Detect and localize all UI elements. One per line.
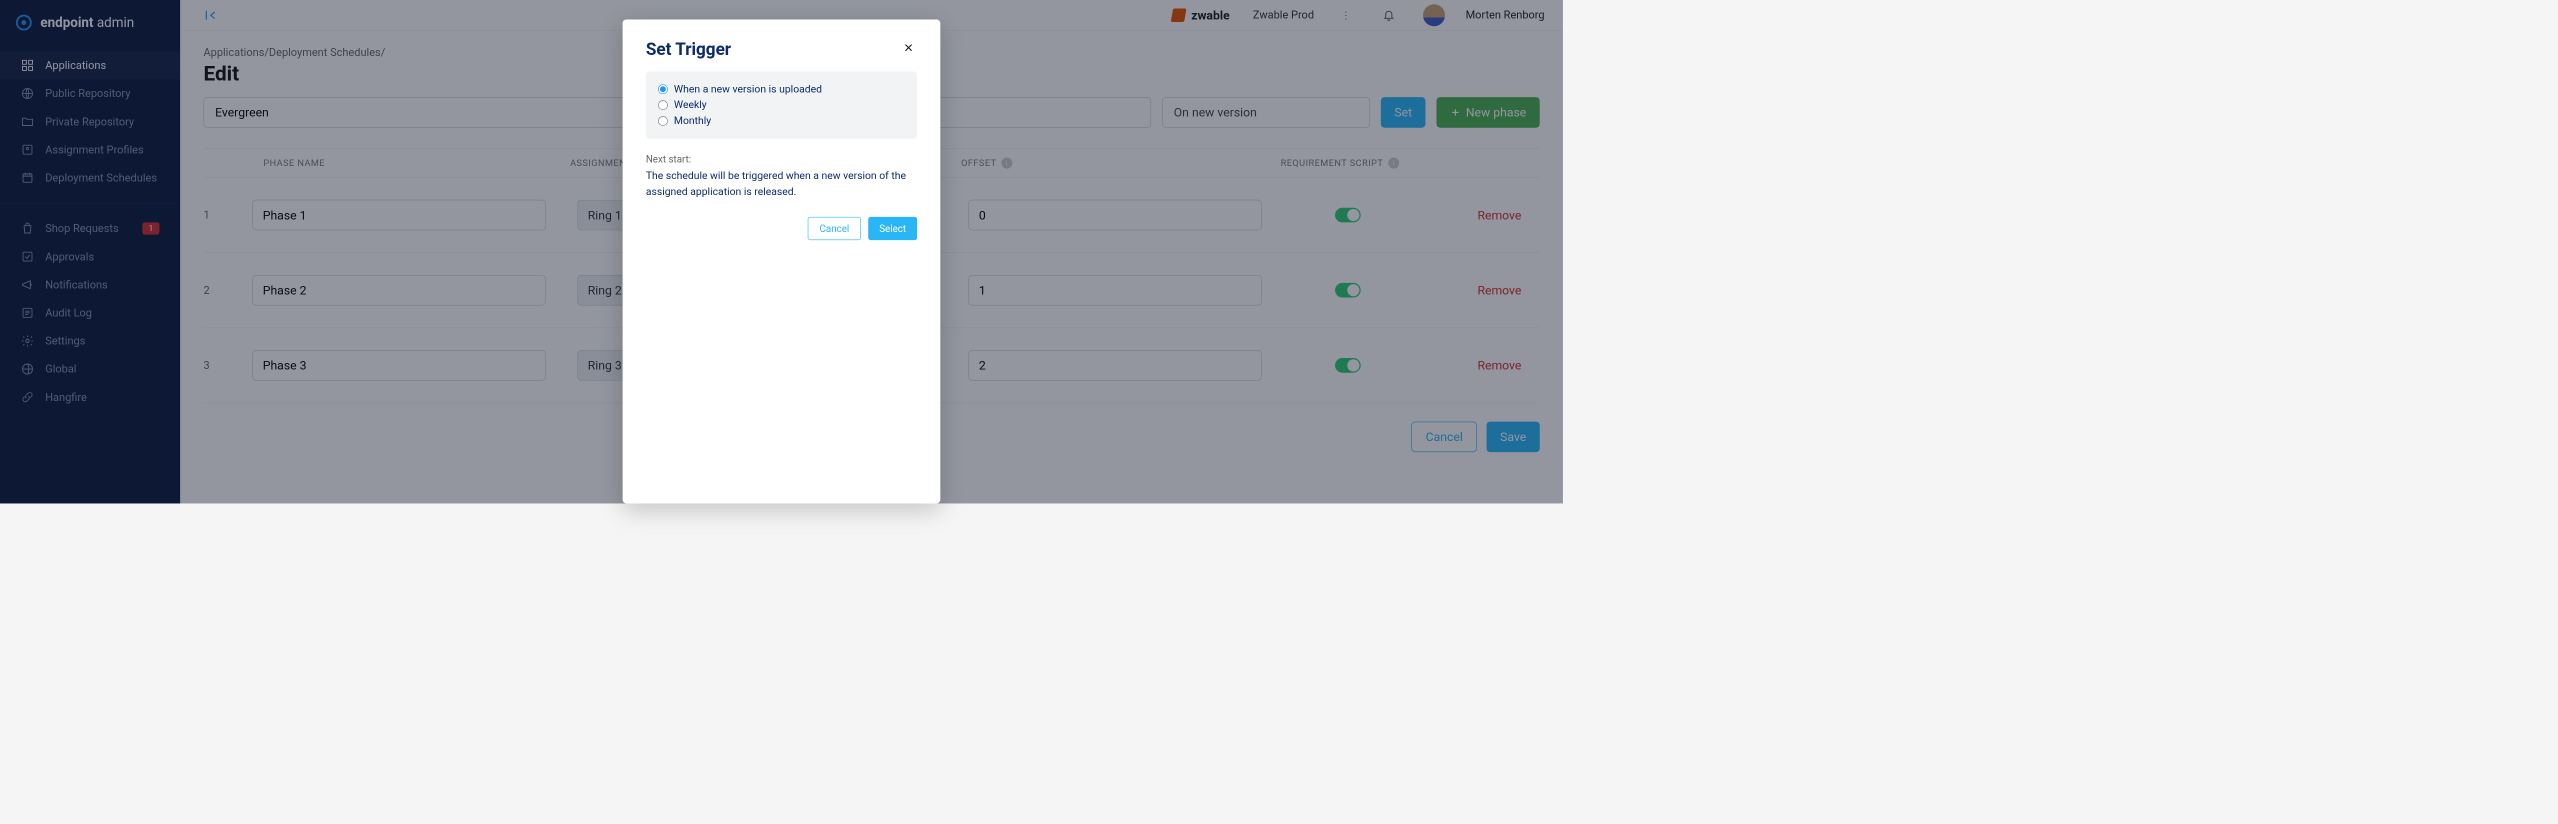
modal-cancel-button[interactable]: Cancel (808, 217, 861, 240)
set-trigger-modal: Set Trigger When a new version is upload… (623, 20, 941, 504)
trigger-option-weekly[interactable]: Weekly (658, 97, 905, 113)
trigger-description: The schedule will be triggered when a ne… (646, 169, 917, 200)
radio-input[interactable] (658, 100, 668, 110)
modal-close-button[interactable] (900, 39, 917, 56)
next-start-label: Next start: (646, 153, 917, 165)
trigger-option-monthly[interactable]: Monthly (658, 113, 905, 129)
modal-overlay[interactable]: Set Trigger When a new version is upload… (0, 0, 1563, 503)
modal-title: Set Trigger (646, 39, 731, 59)
modal-select-button[interactable]: Select (868, 217, 917, 240)
trigger-options: When a new version is uploaded Weekly Mo… (646, 71, 917, 138)
radio-input[interactable] (658, 116, 668, 126)
trigger-option-new-version[interactable]: When a new version is uploaded (658, 81, 905, 97)
radio-input[interactable] (658, 84, 668, 94)
